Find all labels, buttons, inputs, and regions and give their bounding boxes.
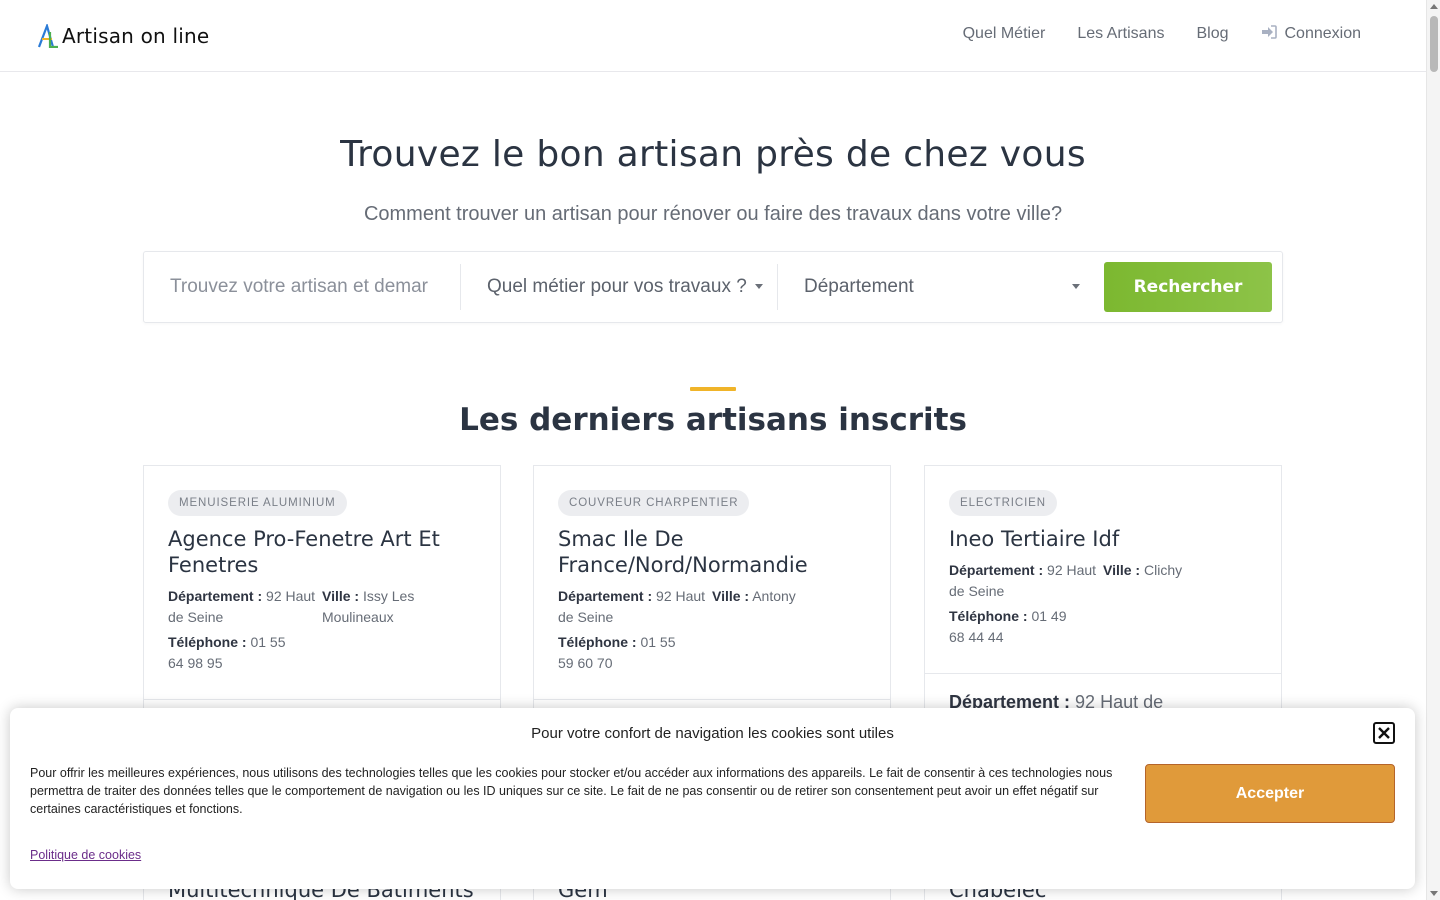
logo-icon [38, 24, 58, 48]
hero-subtitle: Comment trouver un artisan pour rénover … [363, 203, 1063, 225]
section-title: Les derniers artisans inscrits [459, 402, 967, 438]
departement-select-label: Département [804, 276, 914, 297]
cookie-text: Pour offrir les meilleures expériences, … [30, 766, 1113, 816]
artisan-phone-row: Téléphone : 01 49 68 44 44 [949, 606, 1257, 648]
search-bar: Quel métier pour vos travaux ? Départeme… [143, 251, 1283, 323]
page-scrollbar[interactable] [1426, 0, 1440, 900]
nav-connexion[interactable]: Connexion [1261, 25, 1362, 43]
accept-cookies-button[interactable]: Accepter [1145, 764, 1395, 823]
metier-select-label: Quel métier pour vos travaux ? [487, 276, 747, 297]
nav-les-artisans[interactable]: Les Artisans [1077, 25, 1164, 43]
card-divider [144, 699, 500, 700]
artisan-name[interactable]: Smac Ile De France/Nord/Normandie [558, 526, 866, 578]
departement-select[interactable]: Département [804, 262, 1084, 312]
scroll-up-icon[interactable] [1430, 4, 1438, 9]
artisan-phone-row: Téléphone : 01 55 59 60 70 [558, 632, 866, 674]
search-input[interactable] [145, 262, 460, 312]
category-badge[interactable]: Menuiserie Aluminium [168, 490, 347, 516]
departement-label: Département : [558, 588, 653, 604]
site-logo[interactable]: Artisan on line [38, 24, 209, 48]
ville-value: Clichy [1143, 562, 1183, 578]
close-icon[interactable] [1373, 722, 1395, 744]
ville-info: Ville : Antony [712, 586, 866, 628]
telephone-label: Téléphone : [949, 608, 1028, 624]
cookie-banner: Pour votre confort de navigation les coo… [10, 708, 1415, 889]
logo-text: Artisan on line [62, 24, 210, 48]
sign-in-icon [1261, 25, 1277, 43]
cookie-title: Pour votre confort de navigation les coo… [531, 725, 894, 742]
section-accent-bar [690, 387, 736, 391]
artisan-name[interactable]: Ineo Tertiaire Idf [949, 526, 1257, 552]
departement-label: Département : [949, 562, 1044, 578]
nav-quel-metier[interactable]: Quel Métier [963, 25, 1046, 43]
metier-select[interactable]: Quel métier pour vos travaux ? [487, 262, 777, 312]
main-nav: Quel Métier Les Artisans Blog Connexion [963, 25, 1361, 43]
artisan-info-row: Département : 92 Haut de Seine Ville : I… [168, 586, 476, 628]
ville-value: Antony [752, 588, 796, 604]
ville-info: Ville : Clichy [1103, 560, 1257, 602]
search-divider [777, 264, 778, 310]
chevron-down-icon [755, 284, 763, 289]
departement-info: Département : 92 Haut de Seine [168, 586, 322, 628]
search-divider [460, 264, 461, 310]
telephone-info: Téléphone : 01 55 64 98 95 [168, 632, 298, 674]
category-badge[interactable]: Electricien [949, 490, 1057, 516]
departement-label: Département : [168, 588, 263, 604]
card-divider [925, 673, 1281, 674]
departement-info: Département : 92 Haut de Seine [558, 586, 712, 628]
ville-label: Ville : [1103, 562, 1141, 578]
telephone-info: Téléphone : 01 49 68 44 44 [949, 606, 1079, 648]
scroll-thumb[interactable] [1430, 16, 1438, 72]
artisan-info-row: Département : 92 Haut de Seine Ville : A… [558, 586, 866, 628]
telephone-label: Téléphone : [168, 634, 247, 650]
category-badge[interactable]: Couvreur Charpentier [558, 490, 750, 516]
search-button[interactable]: Rechercher [1104, 262, 1272, 312]
hero-title: Trouvez le bon artisan près de chez vous [340, 134, 1086, 175]
telephone-label: Téléphone : [558, 634, 637, 650]
ville-label: Ville : [712, 588, 750, 604]
chevron-down-icon [1072, 284, 1080, 289]
artisan-info-row: Département : 92 Haut de Seine Ville : C… [949, 560, 1257, 602]
artisan-name[interactable]: Agence Pro-Fenetre Art Et Fenetres [168, 526, 476, 578]
departement-info: Département : 92 Haut de Seine [949, 560, 1103, 602]
nav-connexion-label: Connexion [1284, 25, 1362, 42]
artisan-phone-row: Téléphone : 01 55 64 98 95 [168, 632, 476, 674]
cookie-policy-link[interactable]: Politique de cookies [30, 848, 141, 862]
card-divider [534, 699, 890, 700]
nav-blog[interactable]: Blog [1196, 25, 1228, 43]
scroll-down-icon[interactable] [1430, 891, 1438, 896]
site-header: Artisan on line Quel Métier Les Artisans… [0, 0, 1426, 72]
ville-label: Ville : [322, 588, 360, 604]
ville-info: Ville : Issy Les Moulineaux [322, 586, 476, 628]
telephone-info: Téléphone : 01 55 59 60 70 [558, 632, 688, 674]
